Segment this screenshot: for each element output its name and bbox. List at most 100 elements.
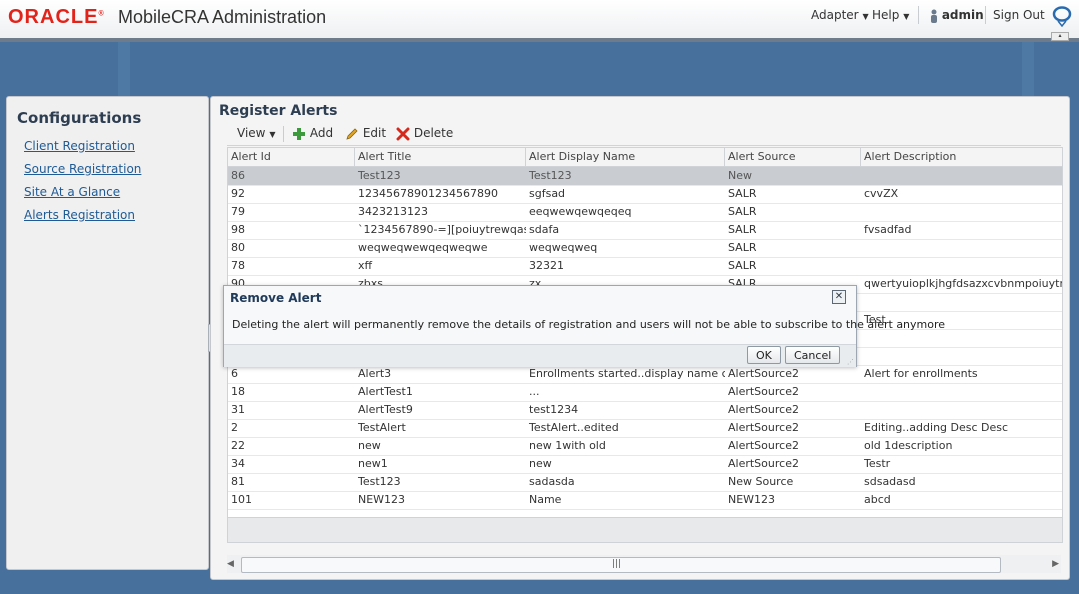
column-header-alert-source[interactable]: Alert Source	[725, 148, 861, 166]
table-cell: abcd	[864, 493, 891, 506]
table-row[interactable]: 18 AlertTest1... AlertSource2	[228, 383, 1062, 402]
table-cell: Editing..adding Desc Desc	[864, 421, 1009, 434]
table-cell: Alert for enrollments	[864, 367, 978, 380]
table-cell: new	[358, 439, 381, 452]
table-cell: eeqwewqewqeqeq	[529, 205, 632, 218]
collapse-header-button[interactable]: ▴	[1051, 32, 1069, 41]
table-cell: Name	[529, 493, 562, 506]
table-row[interactable]: 6 Alert3 Enrollments started..display name…	[228, 365, 1062, 384]
table-header: Alert Id Alert Title Alert Display Name …	[228, 148, 1062, 167]
scroll-right-icon[interactable]: ▶	[1052, 559, 1059, 569]
table-cell: 6	[231, 367, 238, 380]
table-cell: AlertSource2	[728, 439, 799, 452]
table-row[interactable]: 101 NEW123 Name NEW123 abcd	[228, 491, 1062, 510]
table-cell: sgfsad	[529, 187, 566, 200]
horizontal-scrollbar[interactable]: ◀ ||| ▶	[227, 555, 1061, 573]
table-row[interactable]: 81 Test123 sadasda New Source sdsadasd	[228, 473, 1062, 492]
help-menu-label: Help	[872, 8, 900, 22]
adapter-menu-label: Adapter	[811, 8, 859, 22]
ok-button[interactable]: OK	[747, 346, 781, 364]
table-row[interactable]: 34 new1 new AlertSource2 Testr	[228, 455, 1062, 474]
delete-button[interactable]: Delete	[396, 126, 453, 141]
table-cell: 3423213123	[358, 205, 428, 218]
table-cell: fvsadfad	[864, 223, 912, 236]
table-cell: xff	[358, 259, 373, 272]
table-cell: AlertTest1	[358, 385, 413, 398]
table-cell: 98	[231, 223, 245, 236]
table-cell: weqweqweq	[529, 241, 598, 254]
plus-icon	[293, 127, 305, 140]
toolbar-divider	[283, 126, 284, 142]
table-cell: 22	[231, 439, 245, 452]
alerts-toolbar: View ▼ Add Edit Delete	[227, 123, 1061, 146]
table-row[interactable]: 2 TestAlert TestAlert..edited AlertSource2 E…	[228, 419, 1062, 438]
table-cell: 18	[231, 385, 245, 398]
table-cell: Alert3	[358, 367, 392, 380]
table-cell: 2	[231, 421, 238, 434]
table-cell: AlertSource2	[728, 403, 799, 416]
table-row[interactable]: 22 new new 1with old AlertSource2 old 1descr…	[228, 437, 1062, 456]
column-header-alert-display-name[interactable]: Alert Display Name	[526, 148, 725, 166]
table-row[interactable]: 31 AlertTest9 test1234 AlertSource2	[228, 401, 1062, 420]
header-divider	[985, 6, 986, 24]
table-cell: New	[728, 169, 752, 182]
table-row[interactable]: 92 12345678901234567890 sgfsad SALR cvvZX	[228, 185, 1062, 204]
view-menu-button[interactable]: View ▼	[237, 126, 275, 140]
table-cell: AlertSource2	[728, 457, 799, 470]
table-row[interactable]: 78 xff 32321 SALR	[228, 257, 1062, 276]
sign-out-link[interactable]: Sign Out	[993, 8, 1045, 22]
table-cell: cvvZX	[864, 187, 899, 200]
table-cell: TestAlert	[358, 421, 406, 434]
table-cell	[861, 401, 1062, 419]
cancel-button[interactable]: Cancel	[785, 346, 841, 364]
nav-alerts-registration[interactable]: Alerts Registration	[24, 208, 135, 222]
user-menu[interactable]: admin	[930, 8, 984, 23]
table-cell: ...	[529, 385, 540, 398]
table-cell: AlertSource2	[728, 421, 799, 434]
nav-site-at-a-glance[interactable]: Site At a Glance	[24, 185, 120, 199]
edit-button[interactable]: Edit	[345, 126, 386, 141]
table-row[interactable]: 98 `1234567890-=][poiuytrewqasdfglsdafa SA…	[228, 221, 1062, 240]
column-header-alert-id[interactable]: Alert Id	[228, 148, 355, 166]
dialog-footer: OK Cancel ⋰	[224, 344, 856, 367]
scrollbar-thumb[interactable]: |||	[241, 557, 1001, 573]
chevron-down-icon: ▼	[862, 12, 869, 21]
table-cell: 80	[231, 241, 245, 254]
oracle-o-icon	[1052, 6, 1072, 27]
configurations-panel: Configurations Client Registration Sourc…	[6, 96, 209, 570]
column-header-alert-description[interactable]: Alert Description	[861, 148, 1062, 166]
resize-grip-icon[interactable]: ⋰	[847, 358, 854, 366]
table-cell: Test123	[358, 169, 401, 182]
header-divider	[918, 6, 919, 24]
table-cell: test1234	[529, 403, 579, 416]
table-cell: Test123	[358, 475, 401, 488]
help-menu[interactable]: Help ▼	[872, 8, 909, 22]
table-cell	[861, 167, 1062, 185]
table-row[interactable]: 80 weqweqwewqeqweqwe weqweqweq SALR	[228, 239, 1062, 258]
table-cell: SALR	[728, 223, 757, 236]
table-cell	[861, 329, 1062, 347]
dialog-title: Remove Alert	[230, 291, 322, 305]
scroll-left-icon[interactable]: ◀	[227, 559, 234, 569]
close-icon[interactable]: ✕	[832, 290, 846, 304]
table-cell: `1234567890-=][poiuytrewqasdfgl	[358, 223, 526, 236]
table-cell: sadasda	[529, 475, 575, 488]
table-cell: 78	[231, 259, 245, 272]
table-cell: NEW123	[358, 493, 406, 506]
bg-stripe	[1022, 42, 1034, 97]
delete-label: Delete	[413, 126, 454, 140]
table-cell: TestAlert..edited	[529, 421, 619, 434]
grip-icon: |||	[612, 559, 622, 569]
table-cell: 81	[231, 475, 245, 488]
adapter-menu[interactable]: Adapter ▼	[811, 8, 869, 22]
pencil-icon	[346, 127, 358, 140]
user-name: admin	[941, 8, 984, 22]
table-cell: NEW123	[728, 493, 776, 506]
nav-source-registration[interactable]: Source Registration	[24, 162, 141, 176]
table-row[interactable]: 86 Test123 Test123 New	[228, 167, 1062, 186]
table-row[interactable]: 79 3423213123 eeqwewqewqeqeq SALR	[228, 203, 1062, 222]
add-button[interactable]: Add	[292, 126, 333, 141]
nav-client-registration[interactable]: Client Registration	[24, 139, 135, 153]
table-cell: 101	[231, 493, 252, 506]
column-header-alert-title[interactable]: Alert Title	[355, 148, 526, 166]
